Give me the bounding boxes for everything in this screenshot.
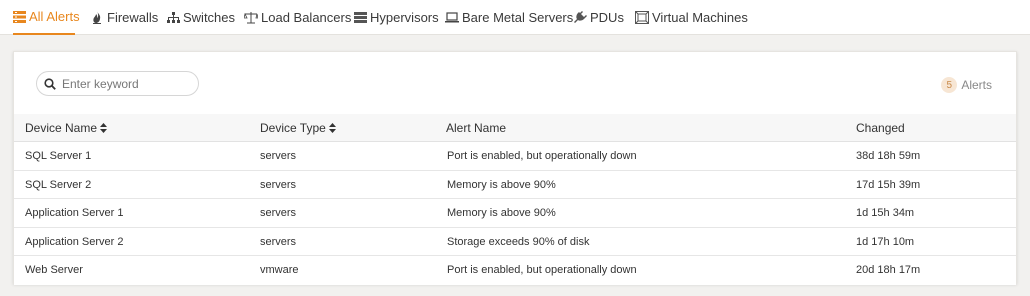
virtual-machine-icon [635,11,649,25]
tab-pdus[interactable]: PDUs [573,0,624,35]
table-row[interactable]: SQL Server 1 servers Port is enabled, bu… [14,142,1016,171]
changed-cell: 1d 15h 34m [856,207,915,220]
alert-count-label: Alerts [961,78,992,92]
laptop-icon [445,11,459,25]
tab-label: Load Balancers [261,10,352,25]
table-row[interactable]: Application Server 2 servers Storage exc… [14,227,1016,257]
column-header-label: Device Type [260,121,326,135]
changed-cell: 1d 17h 10m [856,235,915,248]
plug-icon [573,11,587,25]
device-type-cell: servers [260,207,297,220]
alert-name-cell: Storage exceeds 90% of disk [447,235,590,248]
stack-list-icon [13,10,26,24]
device-type-tabs: All Alerts Firewalls Switches Load Balan… [0,0,1030,35]
tab-switches[interactable]: Switches [166,0,235,35]
alerts-panel: 5 Alerts Device Name Device Type Alert N… [13,51,1017,285]
changed-cell: 20d 18h 17m [856,264,921,277]
alert-name-cell: Port is enabled, but operationally down [447,150,637,162]
search-box[interactable] [36,71,199,96]
device-name-cell: Application Server 1 [25,207,124,220]
table-row[interactable]: SQL Server 2 servers Memory is above 90%… [14,170,1016,200]
tab-hypervisors[interactable]: Hypervisors [353,0,439,35]
search-icon [44,77,56,90]
changed-cell: 17d 15h 39m [856,178,921,191]
table-row[interactable]: Application Server 1 servers Memory is a… [14,199,1016,228]
alert-name-cell: Port is enabled, but operationally down [447,264,637,277]
column-header-label: Alert Name [446,121,507,135]
tab-firewalls[interactable]: Firewalls [90,0,158,35]
tab-label: All Alerts [29,9,80,24]
column-header-device-type[interactable]: Device Type [260,114,336,142]
column-header-device-name[interactable]: Device Name [25,114,108,142]
device-type-cell: vmware [260,264,299,277]
alert-name-cell: Memory is above 90% [447,178,556,191]
balance-scale-icon [244,11,258,25]
tab-label: Virtual Machines [652,10,748,25]
sitemap-icon [166,11,180,25]
tab-virtual-machines[interactable]: Virtual Machines [635,0,748,35]
device-name-cell: Web Server [25,264,83,277]
alert-name-cell: Memory is above 90% [447,207,556,220]
search-input[interactable] [62,76,192,91]
tab-label: Hypervisors [370,10,439,25]
device-name-cell: SQL Server 2 [25,178,92,191]
tab-load-balancers[interactable]: Load Balancers [244,0,351,35]
tab-bare-metal-servers[interactable]: Bare Metal Servers [445,0,573,35]
changed-cell: 38d 18h 59m [856,150,921,162]
sort-icon[interactable] [328,123,336,133]
server-stack-icon [353,11,367,25]
device-type-cell: servers [260,150,297,162]
tab-label: Firewalls [107,10,159,25]
tab-label: Switches [183,10,236,25]
alert-count: 5 Alerts [941,77,992,93]
column-header-label: Device Name [25,121,98,135]
device-type-cell: servers [260,235,297,248]
device-name-cell: Application Server 2 [25,235,124,248]
alert-count-badge: 5 [941,77,958,93]
table-row[interactable]: Web Server vmware Port is enabled, but o… [14,256,1016,285]
sort-icon[interactable] [100,123,108,133]
device-name-cell: SQL Server 1 [25,150,92,162]
tab-all-alerts[interactable]: All Alerts [13,0,80,35]
tab-label: Bare Metal Servers [462,10,574,25]
column-header-changed: Changed [856,114,905,142]
device-type-cell: servers [260,178,297,191]
tab-label: PDUs [590,10,624,25]
fire-icon [90,11,104,25]
column-header-label: Changed [856,121,905,135]
table-header: Device Name Device Type Alert Name Chang… [14,114,1016,142]
column-header-alert-name: Alert Name [446,114,506,142]
